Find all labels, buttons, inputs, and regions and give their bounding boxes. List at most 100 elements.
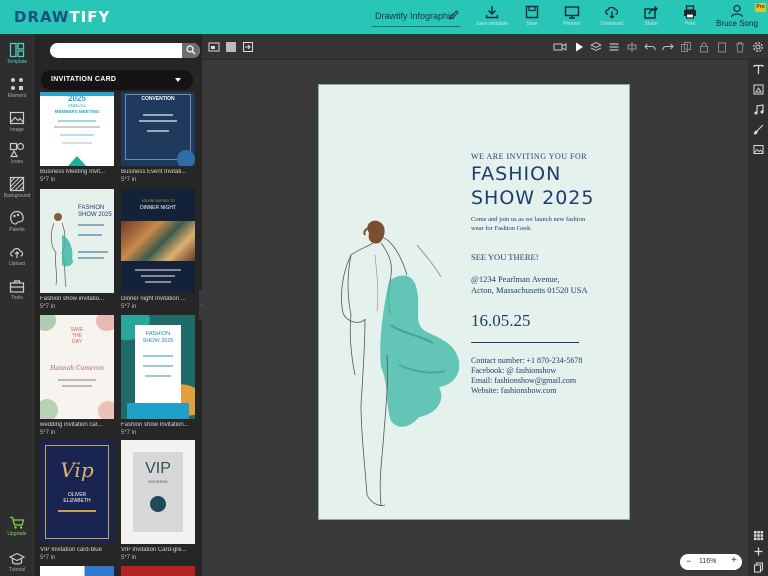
rail-background[interactable]: Background <box>0 176 34 199</box>
template-name: Business Meeting Invit... <box>40 169 106 175</box>
download-icon <box>485 6 499 19</box>
category-dropdown[interactable]: INVITATION CARD <box>41 70 193 90</box>
present-button[interactable]: Present <box>552 4 592 32</box>
template-card[interactable]: Vip OLIVER ELIZABETH VIP Invitation card… <box>40 440 116 561</box>
delete-icon[interactable] <box>734 41 746 53</box>
design-page[interactable]: WE ARE INVITING YOU FOR FASHION SHOW 202… <box>318 84 630 520</box>
template-thumbnail: FASHION SHOW 2025 <box>121 315 195 419</box>
template-card[interactable]: 2025 ANNUAL MEMBERS MEETING Business Mee… <box>40 92 116 183</box>
template-size: 5*7 in <box>40 430 56 436</box>
template-card[interactable]: FASHION SHOW 2025 Fashion show invitatio… <box>40 189 116 310</box>
contact-info[interactable]: Contact number: +1 870-234-5678 Facebook… <box>471 356 621 396</box>
duplicate-icon[interactable] <box>680 41 692 53</box>
redo-icon[interactable] <box>662 41 674 53</box>
template-card[interactable]: CONVENTION Business Event Invitati... 5*… <box>121 92 197 183</box>
template-size: 5*7 in <box>121 555 137 561</box>
rail-upload[interactable]: Upload <box>0 244 34 267</box>
search-button[interactable] <box>182 43 200 58</box>
rail-element[interactable]: Element <box>0 76 34 99</box>
see-you-text[interactable]: SEE YOU THERE! <box>471 252 539 262</box>
template-card[interactable]: VIP INVITATION VIP Invitation Card-gre..… <box>121 440 197 561</box>
chevron-down-icon <box>175 78 181 82</box>
top-bar: DRAWTIFY Drawtify Infographic Save templ… <box>0 0 768 34</box>
cart-icon <box>10 516 25 529</box>
template-icon <box>9 42 25 58</box>
event-description[interactable]: Come and join us as we launch new fashio… <box>471 215 589 233</box>
event-title[interactable]: FASHION SHOW 2025 <box>471 162 621 210</box>
user-icon <box>730 4 744 18</box>
template-size: 5*7 in <box>40 304 56 310</box>
video-icon[interactable] <box>553 41 567 53</box>
save-template-button[interactable]: Save template <box>472 4 512 32</box>
shapes-tool-icon[interactable] <box>753 84 764 95</box>
menu-icon[interactable] <box>608 41 620 53</box>
rail-template[interactable]: Template <box>0 42 34 65</box>
print-button[interactable]: Print <box>670 4 710 32</box>
template-name: VIP Invitation card-blue <box>40 547 102 553</box>
layers-icon[interactable] <box>590 41 602 53</box>
align-icon[interactable] <box>626 41 638 53</box>
image-tool-icon[interactable] <box>753 144 764 155</box>
search-icon <box>186 45 196 55</box>
rail-tools[interactable]: Tools <box>0 278 34 301</box>
template-thumbnail: SAVE THE DAY Hannah Cameron <box>40 315 114 419</box>
template-card[interactable]: SAVE THE DAY Hannah Cameron wedding invi… <box>40 315 116 436</box>
play-icon[interactable] <box>573 41 585 53</box>
background-icon <box>9 176 25 192</box>
document-title[interactable]: Drawtify Infographic <box>375 11 455 21</box>
tutorial-icon <box>9 552 25 565</box>
monitor-icon <box>564 6 580 19</box>
template-name: Fashion show invitatio... <box>40 296 105 302</box>
share-icon <box>644 6 658 19</box>
rail-palette[interactable]: Palette <box>0 210 34 233</box>
category-label: INVITATION CARD <box>51 76 117 83</box>
lock-icon[interactable] <box>698 41 710 53</box>
add-page-icon[interactable] <box>753 546 764 557</box>
right-toolbar <box>748 60 768 576</box>
resize-icon[interactable] <box>208 41 220 53</box>
invite-heading[interactable]: WE ARE INVITING YOU FOR <box>471 152 587 161</box>
copy-icon[interactable] <box>716 41 728 53</box>
music-icon[interactable] <box>753 104 764 115</box>
rail-image[interactable]: Image <box>0 110 34 133</box>
fit-icon[interactable] <box>242 41 254 53</box>
zoom-out-button[interactable]: − <box>686 556 691 566</box>
user-name: Bruce Song <box>716 19 758 28</box>
template-card[interactable]: YOU'RE INVITED TO DINNER NIGHT Dinner ni… <box>121 189 197 310</box>
search-input[interactable] <box>58 47 186 62</box>
template-card[interactable]: FASHION SHOW 2025 Fashion show Invitatio… <box>121 315 197 436</box>
dancer-illustration <box>50 213 74 288</box>
settings-icon[interactable] <box>752 41 764 53</box>
zoom-in-button[interactable]: + <box>731 555 737 566</box>
template-size: 5*7 in <box>40 177 56 183</box>
template-name: Fashion show Invitation... <box>121 422 189 428</box>
save-icon <box>525 5 539 19</box>
share-button[interactable]: Share <box>631 4 671 32</box>
scroll-preview-right <box>121 566 195 576</box>
grid-icon[interactable] <box>753 530 764 541</box>
event-address[interactable]: @1234 Pearlman Avenue, Acton, Massachuse… <box>471 274 621 296</box>
save-button[interactable]: Save <box>512 4 552 32</box>
edit-title-icon[interactable] <box>448 9 460 21</box>
pages-icon[interactable] <box>753 562 764 573</box>
zoom-level[interactable]: 116% <box>699 558 716 565</box>
scroll-preview-left <box>40 566 114 576</box>
brush-icon[interactable] <box>753 124 764 135</box>
cloud-download-icon <box>605 6 619 19</box>
rail-upgrade[interactable]: Upgrade <box>0 516 34 537</box>
app-logo[interactable]: DRAWTIFY <box>14 8 110 26</box>
download-button[interactable]: Download <box>592 4 632 32</box>
divider-line[interactable] <box>471 342 579 343</box>
event-date[interactable]: 16.05.25 <box>471 311 531 331</box>
rail-tutorial[interactable]: Tutorial <box>0 552 34 573</box>
search-field[interactable] <box>50 43 200 62</box>
page-color-icon[interactable] <box>225 41 237 53</box>
pro-badge: Pro <box>755 3 766 12</box>
text-tool-icon[interactable] <box>753 64 764 75</box>
template-thumbnail: 2025 ANNUAL MEMBERS MEETING <box>40 92 114 166</box>
rail-icons[interactable]: Icons <box>0 142 34 165</box>
fashion-dancer-illustration[interactable] <box>321 215 471 515</box>
undo-icon[interactable] <box>644 41 656 53</box>
template-thumbnail: Vip OLIVER ELIZABETH <box>40 440 114 544</box>
template-name: wedding invitation car... <box>40 422 103 428</box>
